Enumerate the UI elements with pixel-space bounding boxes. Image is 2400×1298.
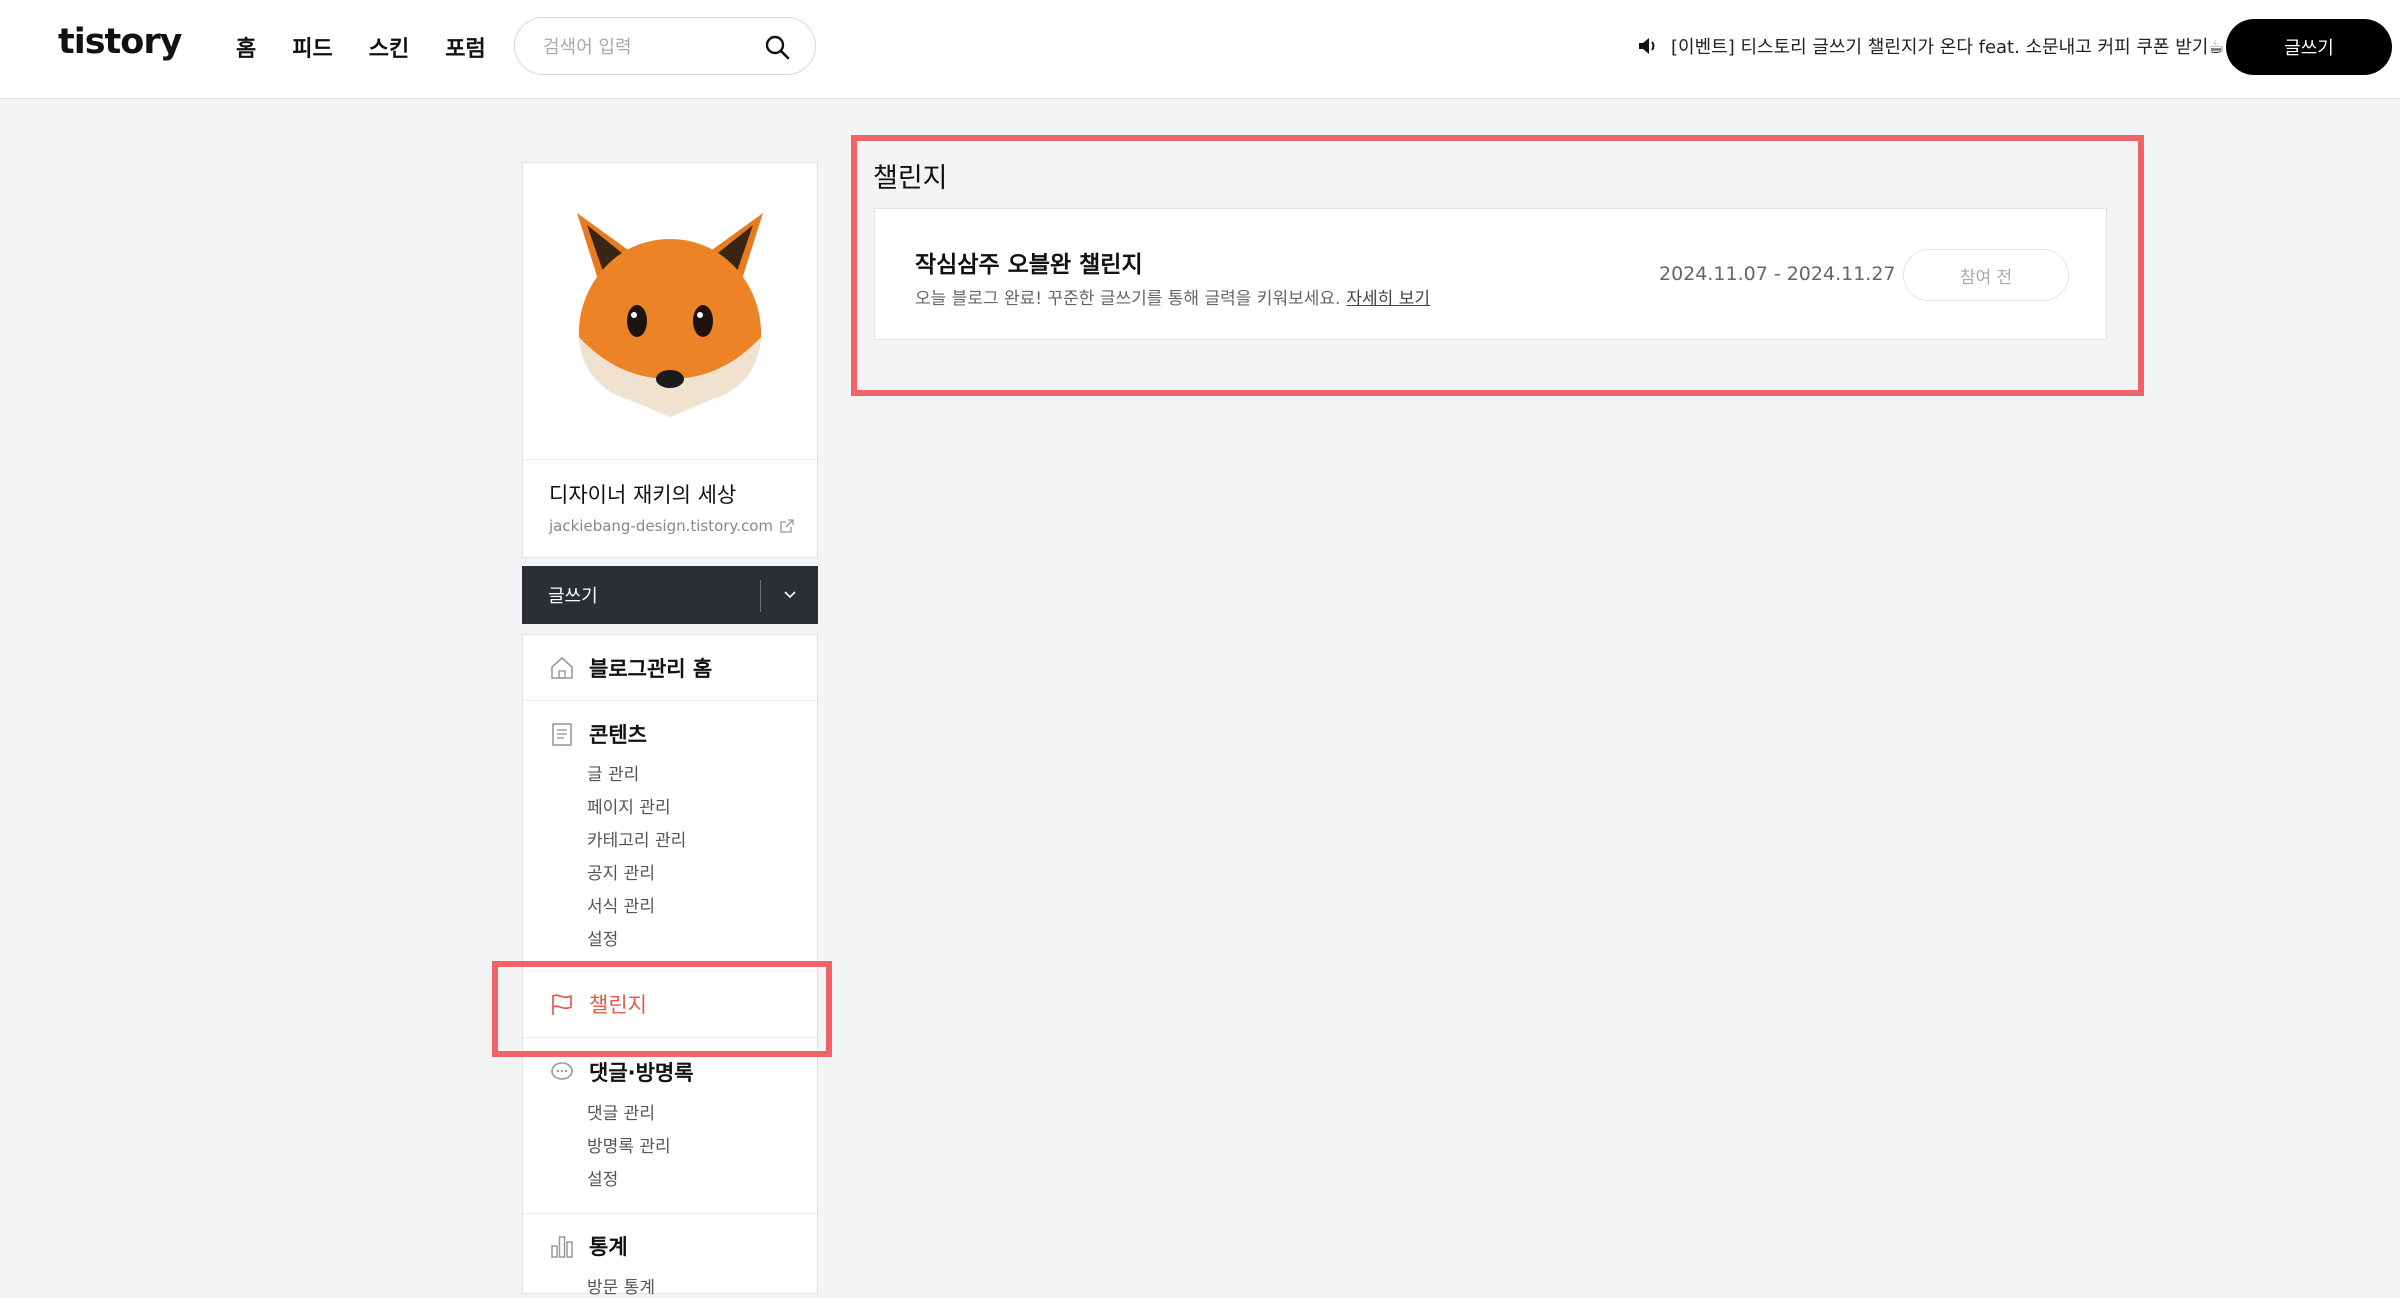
search-input[interactable]: [541, 32, 765, 62]
menu-sub-guestbook-manage[interactable]: 방명록 관리: [587, 1132, 671, 1157]
blog-name[interactable]: 디자이너 재키의 세상: [549, 479, 736, 509]
blog-url-text: jackiebang-design.tistory.com: [549, 517, 774, 535]
main-nav: 홈 피드 스킨 포럼: [236, 31, 522, 63]
menu-sub-page-manage[interactable]: 페이지 관리: [587, 793, 671, 818]
blog-url-link[interactable]: jackiebang-design.tistory.com: [549, 517, 795, 535]
blog-profile-card: 디자이너 재키의 세상 jackiebang-design.tistory.co…: [522, 162, 818, 558]
menu-sub-contents-settings[interactable]: 설정: [587, 925, 618, 950]
top-header: tistory 홈 피드 스킨 포럼 [이벤트] 티스토리 글쓰기 챌린지가 온…: [0, 0, 2400, 99]
nav-home[interactable]: 홈: [236, 31, 256, 63]
speech-bubble-icon: [551, 1062, 573, 1080]
menu-item-comments[interactable]: 댓글·방명록: [549, 1057, 694, 1087]
bar-chart-icon: [551, 1236, 573, 1258]
divider: [760, 580, 761, 612]
write-button[interactable]: 글쓰기: [2226, 19, 2392, 75]
nav-feed[interactable]: 피드: [292, 31, 332, 63]
menu-sub-category-manage[interactable]: 카테고리 관리: [587, 826, 686, 851]
menu-contents-label: 콘텐츠: [589, 723, 647, 747]
menu-home-label: 블로그관리 홈: [589, 657, 713, 681]
external-link-icon: [780, 519, 794, 533]
menu-sub-post-manage[interactable]: 글 관리: [587, 760, 639, 785]
challenge-section-highlight: [851, 135, 2144, 396]
menu-comments-label: 댓글·방명록: [589, 1061, 694, 1085]
search-icon[interactable]: [764, 34, 790, 60]
nav-forum[interactable]: 포럼: [445, 31, 485, 63]
home-icon: [551, 656, 573, 679]
menu-sub-notice-manage[interactable]: 공지 관리: [587, 859, 655, 884]
menu-sub-comment-manage[interactable]: 댓글 관리: [587, 1099, 655, 1124]
sidebar-write-label: 글쓰기: [548, 586, 598, 607]
menu-divider: [523, 700, 817, 701]
event-notice-text: [이벤트] 티스토리 글쓰기 챌린지가 온다 feat. 소문내고 커피 쿠폰 …: [1671, 37, 2225, 58]
menu-divider: [523, 1213, 817, 1214]
tistory-logo[interactable]: tistory: [58, 22, 182, 62]
menu-item-home[interactable]: 블로그관리 홈: [549, 653, 712, 683]
event-notice[interactable]: [이벤트] 티스토리 글쓰기 챌린지가 온다 feat. 소문내고 커피 쿠폰 …: [1637, 33, 2224, 59]
search-box: [514, 17, 816, 75]
challenge-menu-highlight: [492, 961, 832, 1057]
fox-avatar: [577, 213, 763, 417]
speaker-icon: [1639, 38, 1655, 54]
nav-skin[interactable]: 스킨: [369, 31, 409, 63]
menu-sub-comments-settings[interactable]: 설정: [587, 1165, 618, 1190]
sidebar-write-button[interactable]: 글쓰기: [522, 566, 818, 624]
document-icon: [552, 723, 572, 746]
menu-item-stats[interactable]: 통계: [549, 1231, 628, 1261]
chevron-down-icon[interactable]: [782, 586, 798, 602]
menu-stats-label: 통계: [589, 1235, 628, 1259]
avatar-container: [523, 163, 817, 460]
menu-sub-template-manage[interactable]: 서식 관리: [587, 892, 655, 917]
menu-sub-visit-stats[interactable]: 방문 통계: [587, 1273, 655, 1298]
menu-item-contents[interactable]: 콘텐츠: [549, 719, 647, 749]
